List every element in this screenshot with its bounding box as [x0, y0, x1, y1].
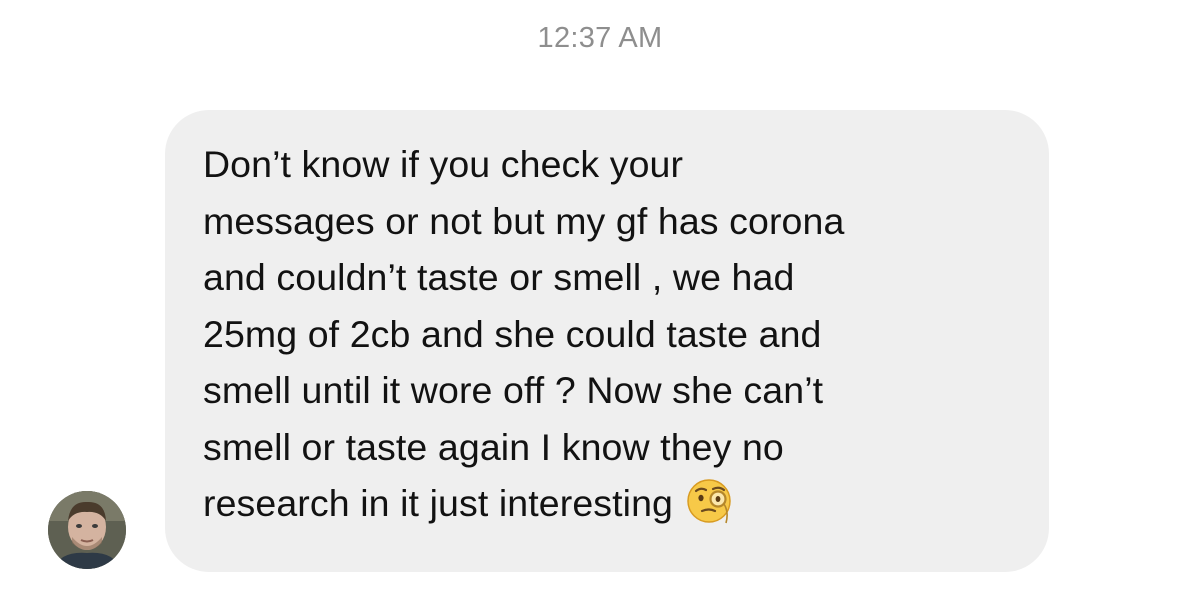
avatar-photo	[48, 491, 126, 569]
message-text: Don’t know if you check your messages or…	[203, 136, 1015, 532]
face-with-monocle-icon	[685, 476, 735, 526]
message-timestamp: 12:37 AM	[537, 22, 663, 54]
sender-avatar[interactable]	[48, 491, 126, 569]
message-bubble[interactable]: Don’t know if you check your messages or…	[165, 110, 1049, 572]
message-body: Don’t know if you check your messages or…	[203, 143, 845, 524]
